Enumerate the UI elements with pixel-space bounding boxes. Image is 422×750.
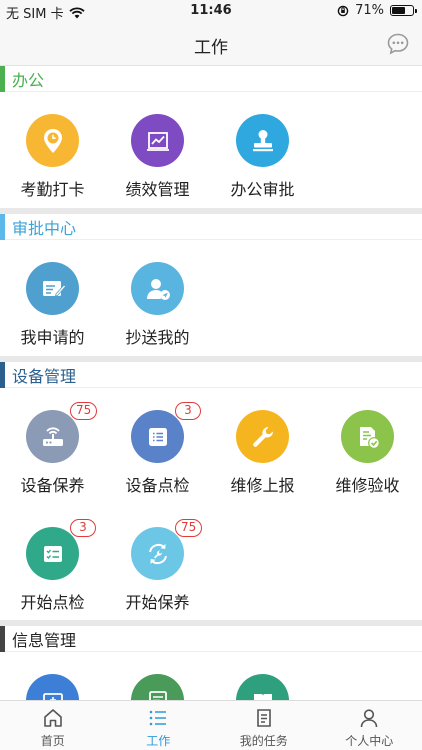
notification-badge: 75	[175, 519, 203, 537]
section-header-approval: 审批中心	[0, 213, 422, 240]
notification-badge: 3	[175, 402, 201, 420]
tab-work[interactable]: 工作	[106, 701, 212, 750]
tile-label: 办公审批	[230, 180, 295, 199]
section-header-office: 办公	[0, 66, 422, 92]
tab-label: 首页	[40, 734, 65, 748]
wrench-icon	[252, 426, 273, 447]
section-header-info: 信息管理	[0, 625, 422, 652]
section-title-approval: 审批中心	[12, 218, 77, 238]
tile-icon-circle	[131, 410, 184, 463]
tile-icon-circle	[131, 114, 184, 167]
router-icon	[42, 426, 63, 446]
rotation-lock-icon	[337, 5, 349, 16]
tile-label: 设备保养	[20, 476, 85, 495]
section-title-office: 办公	[12, 70, 45, 90]
battery-icon	[390, 5, 417, 16]
tile-label: 维修上报	[230, 476, 295, 495]
section-info: 信息管理	[0, 625, 422, 700]
form-icon	[148, 690, 167, 700]
checklist-icon	[43, 545, 62, 562]
tab-profile[interactable]: 个人中心	[317, 701, 422, 750]
stamp-icon	[252, 129, 273, 151]
tile-icon-circle	[131, 527, 184, 580]
book-icon	[253, 693, 272, 700]
user-send-icon	[146, 278, 170, 300]
tile-repair-acceptance[interactable]: 维修验收	[315, 400, 420, 510]
list-icon	[149, 710, 167, 726]
tab-label: 我的任务	[239, 734, 288, 748]
tile-label: 开始点检	[20, 593, 85, 612]
task-doc-icon	[256, 709, 271, 727]
section-accent-bar	[0, 361, 5, 388]
tile-icon-circle	[26, 262, 79, 315]
section-title-info: 信息管理	[12, 630, 77, 650]
section-header-equipment: 设备管理	[0, 361, 422, 388]
tile-icon-circle	[236, 674, 289, 700]
tile-icon-circle	[26, 114, 79, 167]
person-icon	[360, 709, 378, 728]
tile-icon-circle	[131, 674, 184, 700]
tile-icon-circle	[131, 262, 184, 315]
tile-icon-circle	[26, 410, 79, 463]
chart-icon	[146, 131, 169, 151]
tile-equipment-inspection[interactable]: 3 设备点检	[105, 400, 210, 510]
doc-check-icon	[359, 426, 380, 449]
tile-cc-to-me[interactable]: 抄送我的	[105, 252, 210, 362]
home-icon	[43, 709, 62, 727]
edit-card-icon	[42, 280, 66, 297]
section-accent-bar	[0, 625, 5, 652]
refresh-wrench-icon	[148, 543, 167, 564]
notification-badge: 3	[70, 519, 96, 537]
section-title-equipment: 设备管理	[12, 366, 77, 386]
tab-home[interactable]: 首页	[0, 701, 106, 750]
tile-info-1[interactable]	[0, 664, 105, 700]
location-clock-icon	[43, 128, 62, 153]
work-content[interactable]: 办公 考勤打卡 绩效管理 办公审批 审批中心 我申请的 抄送我的 设备管理 75…	[0, 66, 422, 700]
tile-icon-circle	[236, 410, 289, 463]
tile-icon-circle	[341, 410, 394, 463]
tab-bar: 首页 工作 我的任务 个人中心	[0, 700, 422, 750]
tile-label: 绩效管理	[125, 180, 190, 199]
tile-info-2[interactable]	[105, 664, 210, 700]
section-accent-bar	[0, 213, 5, 240]
message-button[interactable]	[386, 32, 410, 56]
tab-my-tasks[interactable]: 我的任务	[211, 701, 317, 750]
tile-equipment-maintenance[interactable]: 75 设备保养	[0, 400, 105, 510]
tile-label: 开始保养	[125, 593, 190, 612]
tile-label: 我申请的	[20, 328, 85, 347]
tile-label: 抄送我的	[125, 328, 190, 347]
section-accent-bar	[0, 66, 5, 92]
tile-icon-circle	[26, 527, 79, 580]
tile-icon-circle	[236, 114, 289, 167]
tile-label: 考勤打卡	[20, 180, 85, 199]
tile-repair-report[interactable]: 维修上报	[210, 400, 315, 510]
tile-start-inspection[interactable]: 3 开始点检	[0, 517, 105, 627]
tile-label: 设备点检	[125, 476, 190, 495]
nav-bar: 工作	[0, 22, 422, 66]
section-equipment: 设备管理 75 设备保养 3 设备点检 维修上报 维修验收 3 开始点检 75 …	[0, 361, 422, 612]
chat-bubble-icon	[387, 33, 409, 55]
status-bar: 无 SIM 卡 11:46 71%	[0, 0, 422, 22]
tab-label: 工作	[146, 734, 171, 748]
page-title: 工作	[194, 38, 228, 58]
battery-percent: 71%	[355, 3, 384, 18]
list-box-icon	[148, 427, 167, 446]
section-office: 办公 考勤打卡 绩效管理 办公审批	[0, 66, 422, 199]
notification-badge: 75	[70, 402, 98, 420]
tile-start-maintenance[interactable]: 75 开始保养	[105, 517, 210, 627]
tile-office-approval[interactable]: 办公审批	[210, 104, 315, 214]
tile-icon-circle	[26, 674, 79, 700]
tile-my-applications[interactable]: 我申请的	[0, 252, 105, 362]
section-approval: 审批中心 我申请的 抄送我的	[0, 213, 422, 347]
tile-info-3[interactable]	[210, 664, 315, 700]
tile-attendance[interactable]: 考勤打卡	[0, 104, 105, 214]
tab-label: 个人中心	[345, 734, 394, 748]
status-right: 71%	[337, 3, 417, 18]
monitor-icon	[42, 692, 63, 700]
tile-performance[interactable]: 绩效管理	[105, 104, 210, 214]
tile-label: 维修验收	[335, 476, 400, 495]
